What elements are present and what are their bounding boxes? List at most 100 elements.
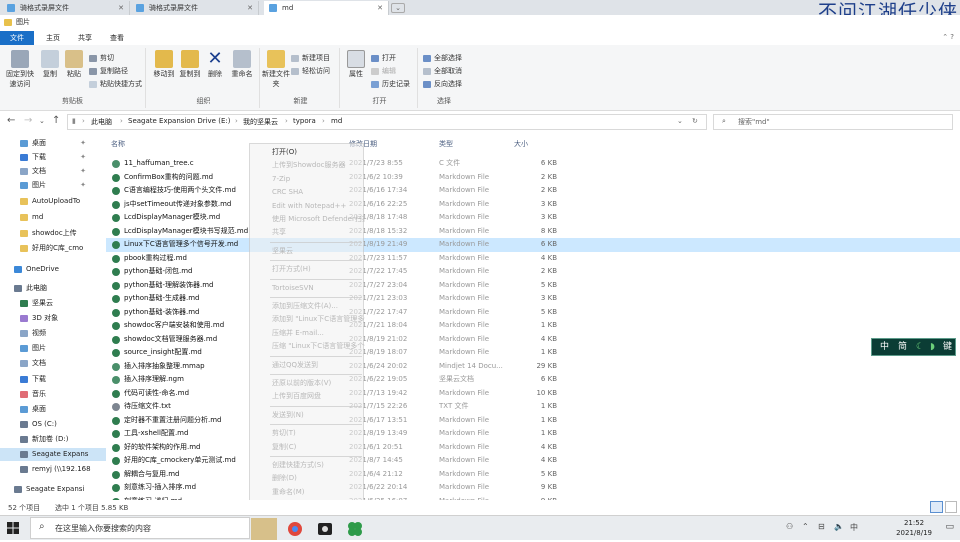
tab-share[interactable]: 共享	[70, 31, 100, 45]
file-row[interactable]: 代码可读性-命名.md 2021/7/13 19:42 Markdown File 1…	[106, 387, 960, 401]
nav-item[interactable]: 坚果云	[0, 297, 106, 310]
file-row[interactable]: Linux下C语言管理多个信号开发.md 2021/8/19 21:49 Markd…	[106, 238, 960, 252]
ime-keyboard-key[interactable]: 键	[943, 340, 952, 354]
context-menu-item[interactable]: 压缩 "Linux下C语言管理多个信号开发.rar" 并 E-mail	[250, 340, 365, 352]
context-menu-item[interactable]: CRC SHA	[250, 186, 365, 198]
context-menu-item[interactable]: 添加到压缩文件(A)...	[250, 300, 365, 312]
nav-item[interactable]: 新加卷 (D:)	[0, 433, 106, 446]
pin-icon[interactable]: ✦	[80, 151, 86, 164]
close-tab-icon[interactable]: ✕	[377, 1, 383, 15]
refresh-icon[interactable]: ↻	[692, 117, 698, 125]
nav-item[interactable]: 桌面	[0, 403, 106, 416]
file-row[interactable]: 解耦合与复用.md 2021/6/4 21:12 Markdown File 5 KB	[106, 468, 960, 482]
context-menu-item[interactable]: 重命名(M)	[250, 486, 365, 498]
ime-simplified-key[interactable]: 简	[898, 340, 907, 354]
nav-item[interactable]: showdoc上传	[0, 227, 106, 240]
file-row[interactable]: LcdDisplayManager模块.md 2021/8/18 17:48 Mar…	[106, 211, 960, 225]
context-menu-item[interactable]: 剪切(T)	[250, 427, 365, 439]
camera-taskbar-icon[interactable]	[312, 518, 338, 540]
context-menu-item[interactable]: 复制(C)	[250, 441, 365, 453]
taskbar-search[interactable]: ⌕ 在这里输入你要搜索的内容	[30, 517, 250, 539]
chrome-taskbar-icon[interactable]	[282, 518, 308, 540]
nav-item[interactable]: 此电脑	[0, 282, 106, 295]
nav-item[interactable]: Seagate Expansi	[0, 483, 106, 496]
file-row[interactable]: 好的软件架构的作用.md 2021/6/1 20:51 Markdown File 4…	[106, 441, 960, 455]
file-row[interactable]: showdoc客户端安装和使用.md 2021/7/21 18:04 Markdow…	[106, 319, 960, 333]
nav-item[interactable]: md	[0, 211, 106, 224]
column-header-name[interactable]: 名称	[111, 139, 125, 149]
taskbar-clock[interactable]: 21:52 2021/8/19	[896, 518, 932, 538]
breadcrumb-this-pc[interactable]: 此电脑	[91, 117, 112, 127]
history-button[interactable]: 历史记录	[370, 79, 410, 90]
nav-item[interactable]: AutoUploadTo	[0, 195, 106, 208]
tray-chevron-icon[interactable]: ⌃	[802, 522, 809, 531]
easy-access-button[interactable]: 轻松访问	[290, 66, 330, 77]
context-menu-item[interactable]: 添加到 "Linux下C语言管理多个信号开发.rar"(T)	[250, 313, 365, 325]
paste-shortcut-button[interactable]: 粘贴快捷方式	[88, 79, 142, 90]
file-row[interactable]: ConfirmBox重构的问题.md 2021/6/2 10:39 Markdown…	[106, 171, 960, 185]
cut-button[interactable]: 剪切	[88, 53, 114, 64]
nav-item[interactable]: 桌面 ✦	[0, 137, 106, 150]
nav-item[interactable]: 音乐	[0, 388, 106, 401]
context-menu-item[interactable]: 共享	[250, 226, 365, 238]
ime-chinese-key[interactable]: 中	[880, 340, 889, 354]
details-view-icon[interactable]	[930, 501, 943, 513]
nav-item[interactable]: 图片 ✦	[0, 179, 106, 192]
search-box[interactable]: ⌕ 搜索"md"	[713, 114, 953, 130]
pin-icon[interactable]: ✦	[80, 179, 86, 192]
context-menu-item[interactable]: TortoiseSVN	[250, 282, 365, 294]
paste-button[interactable]: 粘贴	[60, 50, 88, 79]
breadcrumb-md[interactable]: md	[331, 117, 342, 125]
context-menu-item[interactable]: 使用 Microsoft Defender扫描...	[250, 213, 365, 225]
invert-selection-button[interactable]: 反向选择	[422, 79, 462, 90]
file-row[interactable]: C语言编程技巧-使用两个头文件.md 2021/6/16 17:34 Markdow…	[106, 184, 960, 198]
file-row[interactable]: 待压缩文件.txt 2021/7/15 22:26 TXT 文件 1 KB	[106, 400, 960, 414]
context-menu-item[interactable]: 创建快捷方式(S)	[250, 459, 365, 471]
forward-arrow-icon[interactable]: →	[24, 115, 32, 126]
recent-dropdown-icon[interactable]: ⌄	[39, 117, 45, 125]
copy-path-button[interactable]: 复制路径	[88, 66, 128, 77]
nav-item[interactable]: 好用的C库_cmo	[0, 242, 106, 255]
tray-people-icon[interactable]: ⚇	[786, 522, 793, 531]
column-header-size[interactable]: 大小	[514, 139, 528, 149]
ime-halfwidth-icon[interactable]: ◗	[930, 340, 935, 354]
edit-button[interactable]: 编辑	[370, 66, 396, 77]
file-row[interactable]: js中setTimeout传递对象参数.md 2021/6/16 22:25 Mar…	[106, 198, 960, 212]
file-row[interactable]: 工具-xshell配置.md 2021/8/19 13:49 Markdown Fi…	[106, 427, 960, 441]
file-row[interactable]: pbook重构过程.md 2021/7/23 11:57 Markdown File…	[106, 252, 960, 266]
file-row[interactable]: 定时器不重置注册问题分析.md 2021/6/17 13:51 Markdown F…	[106, 414, 960, 428]
file-row[interactable]: 11_haffuman_tree.c 2021/7/23 8:55 C 文件 6 KB	[106, 157, 960, 171]
notification-icon[interactable]: ▭	[945, 522, 954, 532]
file-row[interactable]: source_insight配置.md 2021/8/19 18:07 Markdo…	[106, 346, 960, 360]
file-row[interactable]: python基础-闭包.md 2021/7/22 17:45 Markdown Fi…	[106, 265, 960, 279]
file-row[interactable]: LcdDisplayManager模块书写规范.md 2021/8/18 15:3…	[106, 225, 960, 239]
context-menu-item[interactable]: 7-Zip	[250, 173, 365, 185]
nav-item[interactable]: 3D 对象	[0, 312, 106, 325]
context-menu-item[interactable]: 发送到(N)	[250, 409, 365, 421]
context-menu-item[interactable]: 上传到Showdoc服务器	[250, 159, 365, 171]
nav-item[interactable]: OS (C:)	[0, 418, 106, 431]
large-icons-view-icon[interactable]	[945, 501, 957, 513]
windows-start-icon[interactable]	[7, 522, 19, 534]
nav-item[interactable]: Seagate Expans	[0, 448, 106, 461]
close-tab-icon[interactable]: ✕	[247, 1, 253, 15]
context-menu-item[interactable]: 删除(D)	[250, 472, 365, 484]
file-row[interactable]: 好用的C库_cmockery单元测试.md 2021/8/7 14:45 Markd…	[106, 454, 960, 468]
breadcrumb-jianguoyun[interactable]: 我的坚果云	[243, 117, 278, 127]
tab-view[interactable]: 查看	[102, 31, 132, 45]
back-arrow-icon[interactable]: ←	[7, 115, 15, 126]
ribbon-collapse-icon[interactable]: ⌃ ?	[942, 33, 954, 41]
pin-icon[interactable]: ✦	[80, 137, 86, 150]
file-row[interactable]: python基础-理解装饰器.md 2021/7/27 23:04 Markdown…	[106, 279, 960, 293]
select-none-button[interactable]: 全部取消	[422, 66, 462, 77]
close-tab-icon[interactable]: ✕	[118, 1, 124, 15]
nav-item[interactable]: 下载 ✦	[0, 151, 106, 164]
tray-network-icon[interactable]: ⊟	[818, 522, 825, 531]
context-menu-item[interactable]: 打开方式(H)	[250, 263, 365, 275]
file-row[interactable]: 刻意练习-插入排序.md 2021/6/22 20:14 Markdown File…	[106, 481, 960, 495]
address-bar[interactable]: ▮ › 此电脑 › Seagate Expansion Drive (E:) ›…	[67, 114, 707, 130]
file-row[interactable]: 插入排序抽象整理.mmap 2021/6/24 20:02 Mindjet 14 D…	[106, 360, 960, 374]
rename-button[interactable]: 重命名	[228, 50, 256, 79]
properties-button[interactable]: 属性	[342, 50, 370, 79]
context-menu-item[interactable]: 坚果云	[250, 245, 365, 257]
